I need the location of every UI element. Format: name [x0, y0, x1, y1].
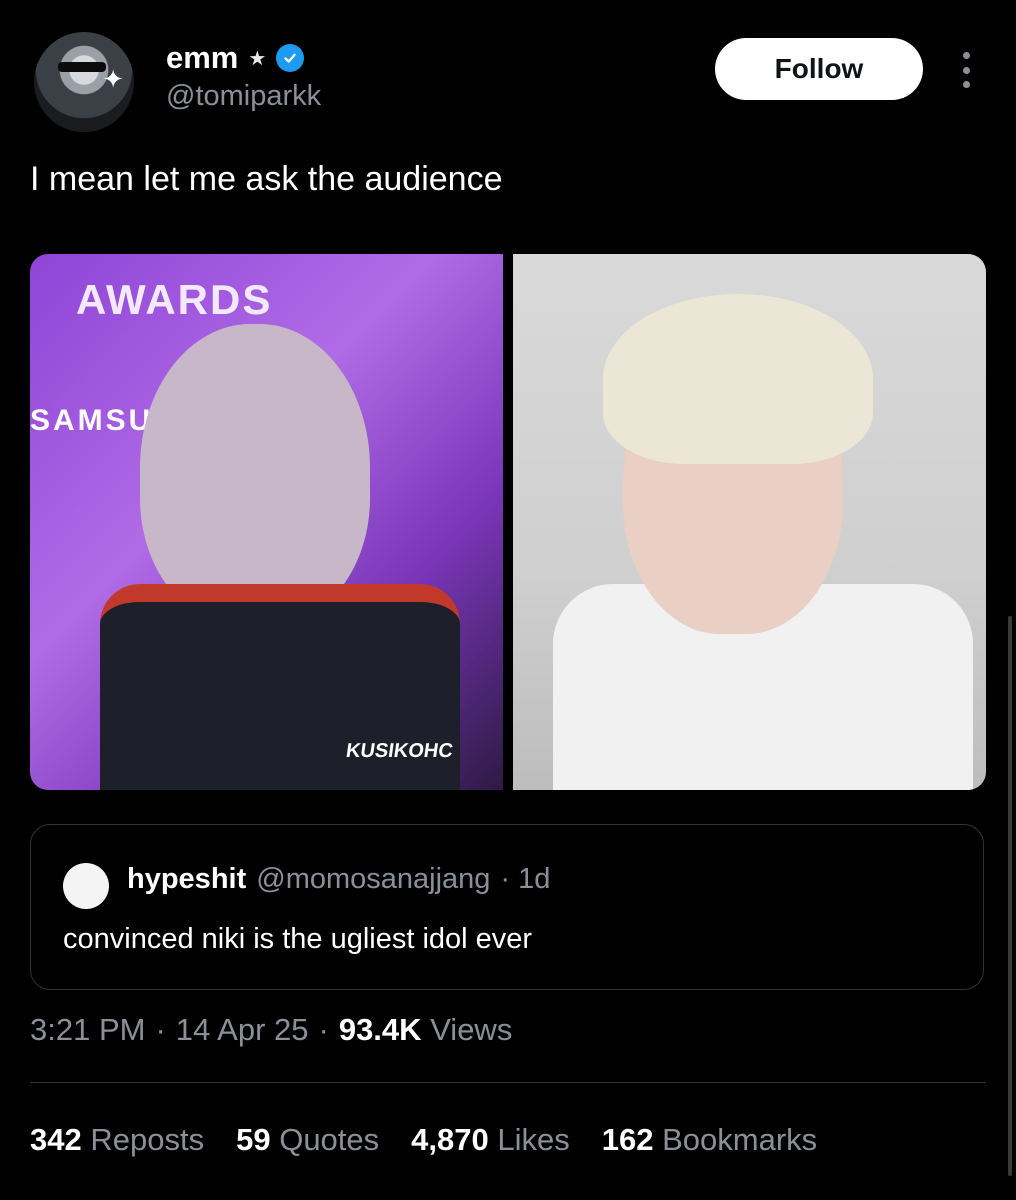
meta-separator: · — [318, 1012, 329, 1047]
tweet-date[interactable]: 14 Apr 25 — [176, 1012, 309, 1048]
quoted-name: hypeshit — [127, 863, 247, 895]
left-person-face — [140, 324, 370, 624]
mic-label-text: KUSIKOHC — [344, 740, 455, 762]
quoted-handle: @momosanajjang — [256, 863, 491, 895]
views-label: Views — [430, 1012, 513, 1047]
meta-separator: · — [155, 1012, 166, 1047]
awards-backdrop-text: AWARDS — [76, 276, 273, 323]
tweet-meta: 3:21 PM · 14 Apr 25 · 93.4K Views — [30, 1012, 512, 1048]
more-options-icon[interactable] — [956, 52, 976, 88]
follow-button[interactable]: Follow — [715, 38, 923, 100]
avatar-sunglasses — [58, 62, 106, 72]
quoted-age: · 1d — [500, 863, 551, 895]
author-handle[interactable]: @tomiparkk — [166, 80, 321, 113]
verified-badge-icon — [276, 44, 305, 72]
scrollbar[interactable] — [1008, 616, 1012, 1176]
tweet-time[interactable]: 3:21 PM — [30, 1012, 145, 1048]
quoted-text: convinced niki is the ugliest idol ever — [63, 923, 533, 955]
author-avatar[interactable]: ✦ — [34, 32, 134, 132]
avatar-star-icon: ✦ — [102, 64, 124, 94]
bookmarks-stat[interactable]: 162 Bookmarks — [602, 1122, 817, 1158]
tweet-text: I mean let me ask the audience — [30, 160, 503, 198]
quoted-tweet[interactable]: hypeshit @momosanajjang · 1d convinced n… — [30, 824, 984, 990]
engagement-stats: 342 Reposts 59 Quotes 4,870 Likes 162 Bo… — [30, 1122, 817, 1158]
sponsor-backdrop-text: SAMSU — [30, 404, 154, 437]
tweet-media[interactable]: AWARDS SAMSU KUSIKOHC — [30, 254, 986, 790]
right-person-hair — [603, 294, 873, 464]
divider — [30, 1082, 986, 1083]
quoted-avatar — [63, 863, 109, 909]
name-star-icon: ★ — [248, 47, 267, 70]
media-photo-right[interactable] — [513, 254, 986, 790]
reposts-stat[interactable]: 342 Reposts — [30, 1122, 204, 1158]
quoted-header: hypeshit @momosanajjang · 1d — [127, 863, 550, 896]
author-name[interactable]: emm — [166, 40, 238, 76]
views-count: 93.4K — [338, 1012, 422, 1047]
likes-stat[interactable]: 4,870 Likes — [411, 1122, 570, 1158]
media-photo-left[interactable]: AWARDS SAMSU KUSIKOHC — [30, 254, 503, 790]
quotes-stat[interactable]: 59 Quotes — [236, 1122, 379, 1158]
author-name-row: emm ★ — [166, 40, 305, 76]
